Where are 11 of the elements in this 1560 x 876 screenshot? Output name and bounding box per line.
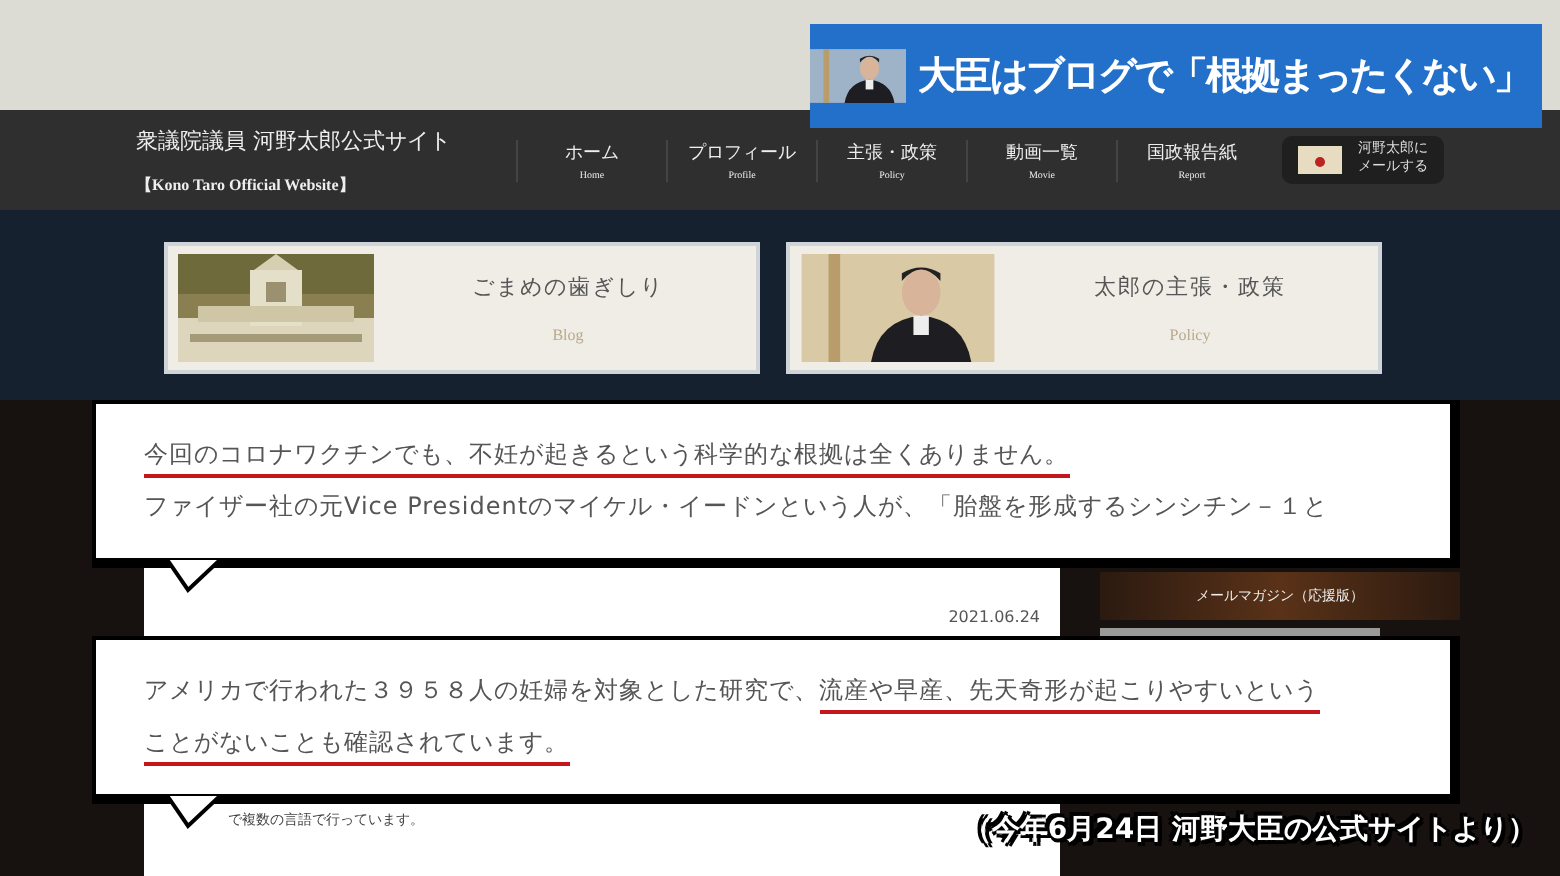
quote-text: 今回のコロナワクチンでも、不妊が起きるという科学的な根拠は全くありません。 bbox=[144, 430, 1402, 481]
quote-text: ことがないことも確認されています。 bbox=[144, 717, 1402, 768]
quote-text: ファイザー社の元Vice Presidentのマイケル・イードンという人が、「胎盤を形成するシンシチン－１と bbox=[144, 489, 1331, 523]
headline-banner: 大臣はブログで「根拠まったくない」 bbox=[810, 24, 1542, 128]
site-title: 衆議院議員 河野太郎公式サイト bbox=[136, 125, 453, 155]
envelope-icon bbox=[1298, 146, 1342, 174]
section-card[interactable]: 太郎の主張・政策 Policy bbox=[786, 242, 1382, 374]
site-subtitle: 【Kono Taro Official Website】 bbox=[136, 173, 357, 195]
quote-text: アメリカで行われた３９５８人の妊婦を対象とした研究で、流産や早産、先天奇形が起こりやすいという bbox=[144, 666, 1402, 717]
section-card[interactable]: ごまめの歯ぎしり Blog bbox=[164, 242, 760, 374]
post-date: 2021.06.24 bbox=[948, 608, 1040, 626]
